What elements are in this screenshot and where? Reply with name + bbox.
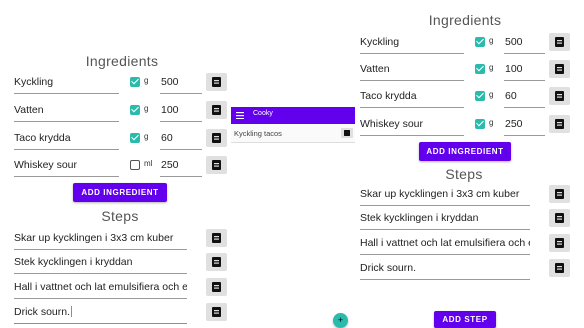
trash-icon (555, 91, 564, 101)
step-input[interactable]: Hall i vattnet och lat emulsifiera och e (360, 234, 530, 255)
ingredient-amount-input[interactable]: 500 (504, 33, 545, 54)
step-input[interactable]: Hall i vattnet och lat emulsifiera och e (14, 278, 187, 299)
ingredient-row: Vatten g 100 (0, 60, 584, 82)
step-input-text: Drick sourn. (14, 306, 71, 318)
step-row: Hall i vattnet och lat emulsifiera och e (0, 234, 584, 256)
ingredient-unit-label: g (489, 90, 494, 99)
trash-icon (555, 37, 564, 47)
delete-step-button[interactable] (206, 303, 227, 321)
ingredient-amount-input[interactable]: 250 (160, 156, 202, 177)
ingredient-amount-input[interactable]: 60 (504, 87, 545, 108)
ingredient-name-input[interactable]: Taco krydda (360, 87, 464, 108)
ingredient-unit-checkbox[interactable] (475, 37, 485, 47)
delete-ingredient-button[interactable] (549, 87, 570, 105)
step-input-focused[interactable]: Drick sourn. (14, 303, 187, 324)
trash-icon (555, 213, 564, 223)
trash-icon (212, 282, 221, 292)
ingredient-name-input[interactable]: Kyckling (360, 33, 464, 54)
step-input[interactable]: Stek kycklingen i kryddan (360, 209, 530, 230)
ingredient-name-input[interactable]: Whiskey sour (360, 115, 464, 136)
add-step-button[interactable]: ADD STEP (434, 311, 496, 328)
ingredient-row: Taco krydda g 60 (0, 87, 584, 109)
ingredient-amount-input[interactable]: 100 (504, 60, 545, 81)
trash-icon (555, 119, 564, 129)
trash-icon (212, 160, 221, 170)
step-input[interactable]: Drick sourn. (360, 259, 530, 280)
trash-icon (555, 189, 564, 199)
text-cursor (71, 306, 73, 317)
delete-ingredient-button[interactable] (549, 33, 570, 51)
step-row: Drick sourn. (0, 303, 240, 325)
ingredient-unit-label: ml (144, 159, 153, 168)
delete-step-button[interactable] (549, 234, 570, 252)
trash-icon (555, 263, 564, 273)
step-row: Hall i vattnet och lat emulsifiera och e (0, 278, 240, 300)
ingredient-unit-label: g (489, 63, 494, 72)
ingredient-name-input[interactable]: Vatten (360, 60, 464, 81)
step-input[interactable]: Skar up kycklingen i 3x3 cm kuber (360, 185, 530, 206)
ingredient-amount-input[interactable]: 250 (504, 115, 545, 136)
ingredient-name-input[interactable]: Whiskey sour (14, 156, 119, 177)
ingredient-row: Whiskey sour ml 250 (0, 156, 240, 178)
ingredient-unit-checkbox[interactable] (475, 119, 485, 129)
plus-icon: + (337, 315, 344, 325)
ingredient-unit-checkbox[interactable] (475, 91, 485, 101)
ingredient-row: Whiskey sour g 250 (0, 115, 584, 137)
ingredient-unit-checkbox[interactable] (475, 64, 485, 74)
delete-ingredient-button[interactable] (549, 60, 570, 78)
delete-step-button[interactable] (549, 259, 570, 277)
step-row: Drick sourn. (0, 259, 584, 281)
trash-icon (555, 64, 564, 74)
ingredient-unit-label: g (489, 36, 494, 45)
delete-step-button[interactable] (549, 185, 570, 203)
delete-ingredient-button[interactable] (549, 115, 570, 133)
delete-step-button[interactable] (549, 209, 570, 227)
delete-ingredient-button[interactable] (206, 156, 227, 174)
add-recipe-fab[interactable]: + (333, 313, 348, 328)
add-ingredient-button[interactable]: ADD INGREDIENT (419, 142, 511, 161)
ingredient-unit-checkbox[interactable] (130, 160, 140, 170)
trash-icon (212, 307, 221, 317)
ingredient-row: Kyckling g 500 (0, 33, 584, 55)
step-row: Stek kycklingen i kryddan (0, 209, 584, 231)
ingredient-unit-label: g (489, 118, 494, 127)
steps-heading: Steps (445, 166, 483, 182)
trash-icon (555, 238, 564, 248)
ingredients-heading: Ingredients (428, 12, 502, 28)
step-row: Skar up kycklingen i 3x3 cm kuber (0, 185, 584, 207)
